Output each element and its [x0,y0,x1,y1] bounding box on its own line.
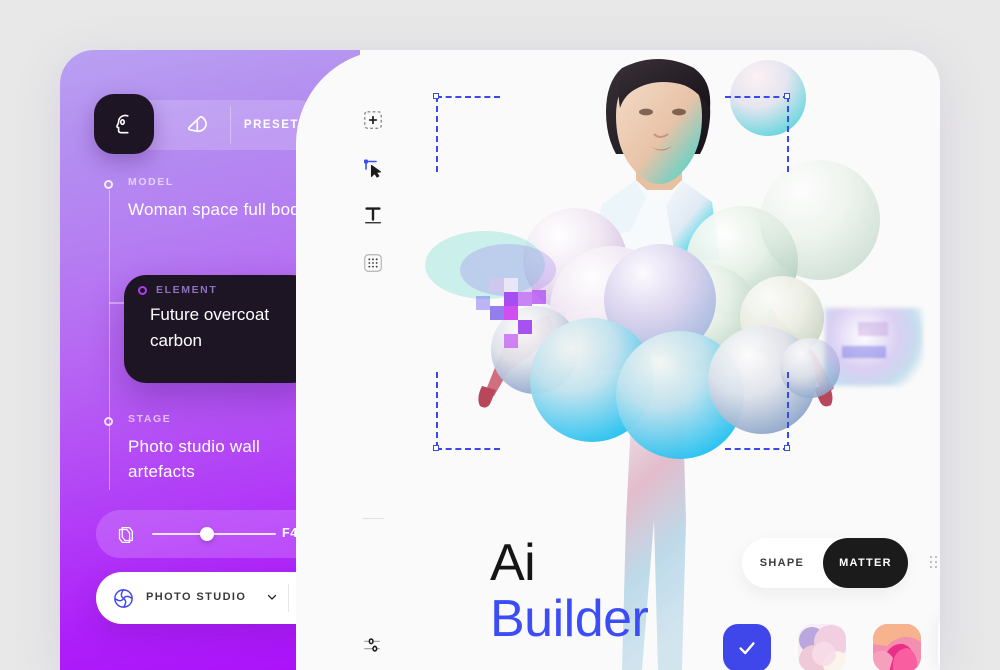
text-t-icon [362,204,384,226]
prompt-value-element: Future overcoat carbon [150,302,310,353]
check-icon [736,637,758,659]
selection-edge [725,448,789,450]
prompt-value-model: Woman space full body [128,200,309,219]
mode-option-shape-label: SHAPE [760,557,804,569]
title-line-1: Ai [490,535,648,591]
prompt-label-element: ELEMENT [156,284,217,296]
glitch-bar [842,346,886,358]
studio-label: PHOTO STUDIO [146,591,246,603]
tool-text[interactable] [358,200,388,230]
selection-edge [436,448,500,450]
teardrop-shape-icon [184,112,211,139]
tool-settings[interactable] [358,630,388,660]
selection-edge [725,96,789,98]
depth-slider-track[interactable] [152,533,276,535]
tool-select-area[interactable] [358,105,388,135]
selection-handle[interactable] [784,445,790,451]
prompt-rail [109,190,111,490]
tool-pen-cursor[interactable] [358,153,388,183]
tab-shape[interactable] [164,100,230,150]
depth-slider-knob[interactable] [200,527,214,541]
dashed-square-plus-icon [362,109,384,131]
selection-edge [436,372,438,448]
selection-handle[interactable] [433,445,439,451]
thumbnail-preview-flower[interactable] [873,624,921,670]
prompt-group-model[interactable]: MODEL Woman space full body [128,176,318,223]
thumbnail-selected[interactable] [723,624,771,670]
selection-handle[interactable] [784,93,790,99]
chevron-down-icon[interactable] [266,590,278,608]
prompt-node-model[interactable] [104,180,113,189]
selection-edge [787,96,789,172]
aperture-icon [112,587,135,615]
mode-option-matter[interactable]: MATTER [823,538,908,588]
selection-edge [436,96,438,172]
tool-pattern[interactable] [358,248,388,278]
head-profile-icon [111,111,137,137]
selection-edge [787,372,789,448]
sliders-icon [362,634,384,656]
app-window: MODEL Woman space full body ELEMENT Futu… [60,50,940,670]
glitch-bar-2 [858,322,888,336]
prompt-value-stage: Photo studio wall artefacts [128,437,260,481]
thumbnails-next-button[interactable] [938,616,940,670]
mode-extra-dotted-grid-icon[interactable] [928,554,940,577]
prompt-node-stage[interactable] [104,417,113,426]
prompt-label-model: MODEL [128,176,318,188]
mode-option-shape[interactable]: SHAPE [742,538,822,588]
selection-handle[interactable] [433,93,439,99]
title-line-2: Builder [490,591,648,647]
tab-head-model[interactable] [94,94,154,154]
pen-cursor-icon [361,156,385,180]
selection-edge [436,96,500,98]
page-title: Ai Builder [490,535,648,647]
layers-icon [114,524,136,551]
tool-divider [362,518,384,519]
dotted-grid-icon [362,252,384,274]
studio-divider [288,584,289,612]
thumbnail-preview-spheres[interactable] [798,624,846,670]
prompt-node-element[interactable] [138,286,147,295]
mode-option-matter-label: MATTER [839,557,892,569]
